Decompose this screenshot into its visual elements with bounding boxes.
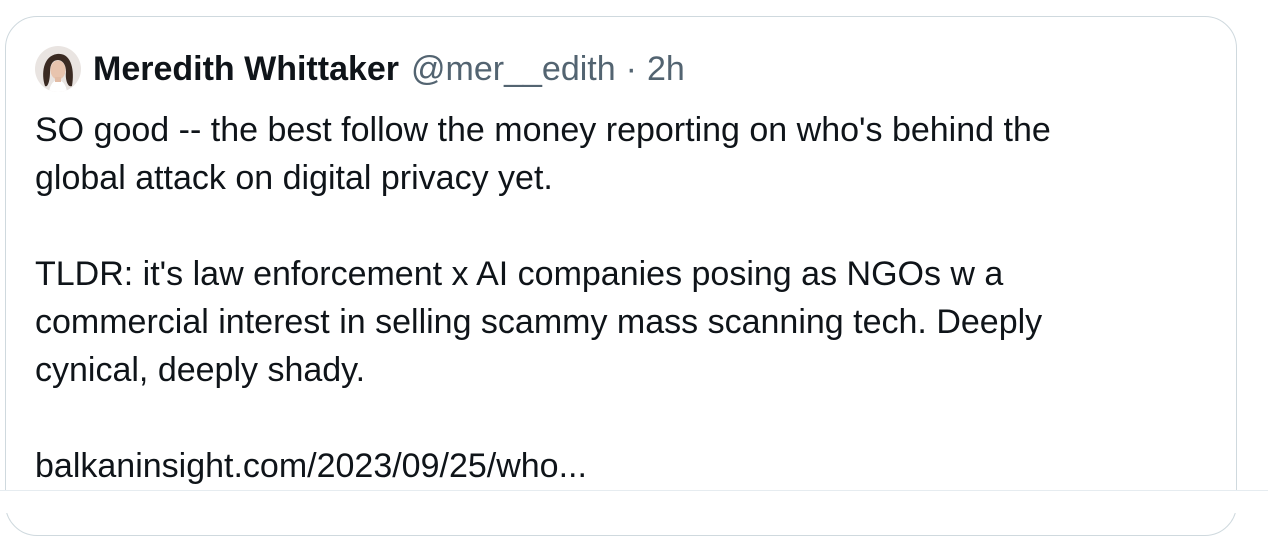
tweet-line: global attack on digital privacy yet. bbox=[35, 159, 553, 197]
tweet-line: cynical, deeply shady. bbox=[35, 351, 366, 389]
author-handle[interactable]: @mer__edith bbox=[411, 50, 616, 89]
tweet-line: TLDR: it's law enforcement x AI companie… bbox=[35, 255, 1004, 293]
article-link[interactable]: balkaninsight.com/2023/09/25/who... bbox=[35, 447, 587, 485]
author-display-name[interactable]: Meredith Whittaker bbox=[93, 50, 399, 89]
tweet-header: Meredith Whittaker @mer__edith · 2h bbox=[35, 44, 685, 94]
tweet-text: SO good -- the best follow the money rep… bbox=[35, 106, 1215, 490]
separator-dot: · bbox=[625, 49, 637, 88]
tweet-line: SO good -- the best follow the money rep… bbox=[35, 111, 1051, 149]
tweet-line: commercial interest in selling scammy ma… bbox=[35, 303, 1043, 341]
tweet-timestamp[interactable]: 2h bbox=[647, 50, 685, 89]
bottom-divider bbox=[0, 490, 1268, 513]
author-avatar[interactable] bbox=[35, 46, 81, 92]
